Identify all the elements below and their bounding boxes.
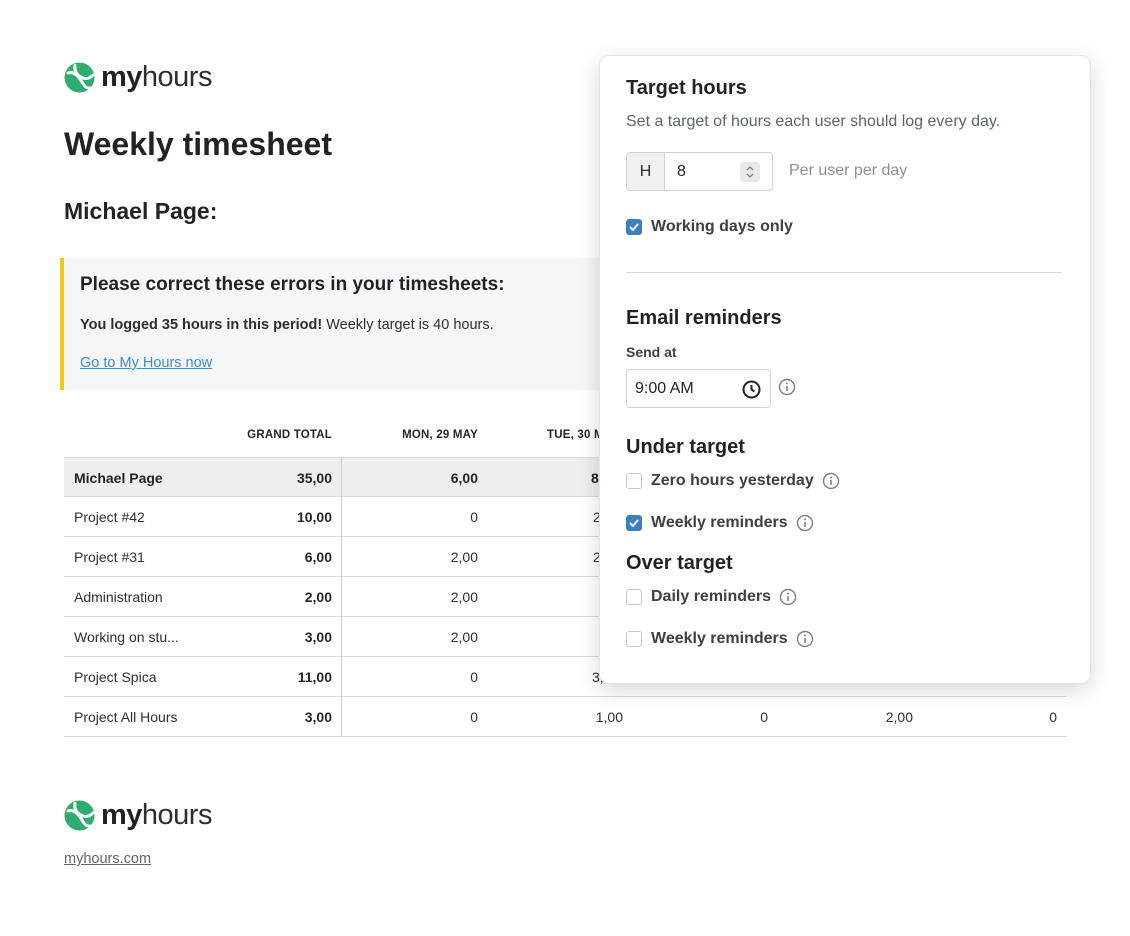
target-unit-label: Per user per day xyxy=(789,162,908,179)
logo-text-bold: my xyxy=(101,61,142,93)
row-grand-total: 11,00 xyxy=(297,669,332,685)
row-cell-mon: 0 xyxy=(470,669,478,685)
myhours-logo-footer: myhours xyxy=(64,800,212,831)
working-days-checkbox[interactable]: Working days only xyxy=(626,218,793,236)
daily-reminders-label: Daily reminders xyxy=(651,588,772,605)
footer-website-link[interactable]: myhours.com xyxy=(64,851,151,867)
checkbox-unchecked-icon[interactable] xyxy=(626,473,642,489)
row-name: Administration xyxy=(74,589,163,605)
over-weekly-reminders-label: Weekly reminders xyxy=(651,630,788,647)
checkbox-unchecked-icon[interactable] xyxy=(626,589,642,605)
column-header-grand-total: GRAND TOTAL xyxy=(247,429,332,441)
row-cell-mon: 6,00 xyxy=(450,470,478,486)
table-row: Project All Hours 3,00 0 1,00 0 2,00 0 xyxy=(64,697,1067,737)
column-header-mon: MON, 29 MAY xyxy=(402,429,478,441)
myhours-logo-icon xyxy=(64,62,95,93)
logo-text-bold: my xyxy=(101,799,142,831)
row-name: Project All Hours xyxy=(74,709,178,725)
row-grand-total: 3,00 xyxy=(304,709,332,725)
info-icon[interactable] xyxy=(796,630,814,648)
row-name: Project #31 xyxy=(74,549,145,565)
info-icon[interactable] xyxy=(778,378,796,396)
zero-hours-yesterday-checkbox[interactable]: Zero hours yesterday xyxy=(626,472,840,490)
row-name: Michael Page xyxy=(74,470,163,486)
column-divider xyxy=(341,457,342,737)
target-hours-value[interactable]: 8 xyxy=(677,163,686,180)
row-grand-total: 10,00 xyxy=(296,509,332,525)
row-cell-wed: 0 xyxy=(760,709,768,725)
info-icon[interactable] xyxy=(796,514,814,532)
row-cell-tue: 1,00 xyxy=(595,709,623,725)
email-reminders-heading: Email reminders xyxy=(626,307,782,329)
error-message: You logged 35 hours in this period! Week… xyxy=(80,317,494,333)
send-at-label: Send at xyxy=(626,344,677,360)
reminder-settings-popover: Target hours Set a target of hours each … xyxy=(599,55,1091,684)
error-message-bold: You logged 35 hours in this period! xyxy=(80,317,323,333)
zero-hours-yesterday-label: Zero hours yesterday xyxy=(651,472,814,489)
myhours-logo-icon xyxy=(64,800,95,831)
user-heading: Michael Page: xyxy=(64,198,218,224)
info-icon[interactable] xyxy=(822,472,840,490)
info-icon[interactable] xyxy=(779,588,797,606)
target-hours-input[interactable]: H 8 xyxy=(626,152,773,191)
checkbox-checked-icon[interactable] xyxy=(626,515,642,531)
row-cell-mon: 2,00 xyxy=(450,589,478,605)
go-to-myhours-link[interactable]: Go to My Hours now xyxy=(80,355,212,371)
row-name: Project Spica xyxy=(74,669,157,685)
error-message-rest: Weekly target is 40 hours. xyxy=(322,317,494,333)
target-hours-heading: Target hours xyxy=(626,77,747,99)
myhours-logo: myhours xyxy=(64,62,212,93)
under-target-heading: Under target xyxy=(626,436,745,458)
checkbox-checked-icon[interactable] xyxy=(626,219,642,235)
logo-text-light: hours xyxy=(141,799,213,831)
row-cell-mon: 2,00 xyxy=(450,629,478,645)
working-days-label: Working days only xyxy=(651,218,793,235)
clock-icon[interactable] xyxy=(742,380,761,399)
daily-reminders-checkbox[interactable]: Daily reminders xyxy=(626,588,797,606)
error-panel: Please correct these errors in your time… xyxy=(60,258,620,390)
section-divider xyxy=(626,272,1062,273)
send-at-value[interactable]: 9:00 AM xyxy=(635,380,694,397)
row-cell-mon: 0 xyxy=(470,509,478,525)
row-name: Working on stu... xyxy=(74,629,179,645)
stepper-icon[interactable] xyxy=(740,162,760,182)
over-target-heading: Over target xyxy=(626,552,733,574)
over-weekly-reminders-checkbox[interactable]: Weekly reminders xyxy=(626,630,814,648)
under-weekly-reminders-label: Weekly reminders xyxy=(651,514,788,531)
page-title: Weekly timesheet xyxy=(64,126,332,162)
row-name: Project #42 xyxy=(74,509,145,525)
hours-prefix: H xyxy=(627,153,665,190)
error-title: Please correct these errors in your time… xyxy=(80,274,505,295)
row-cell-fri: 0 xyxy=(1049,709,1057,725)
target-hours-description: Set a target of hours each user should l… xyxy=(626,113,1001,130)
row-grand-total: 3,00 xyxy=(304,629,332,645)
row-grand-total: 2,00 xyxy=(304,589,332,605)
row-cell-mon: 0 xyxy=(470,709,478,725)
checkbox-unchecked-icon[interactable] xyxy=(626,631,642,647)
logo-text-light: hours xyxy=(141,61,213,93)
row-cell-mon: 2,00 xyxy=(450,549,478,565)
under-weekly-reminders-checkbox[interactable]: Weekly reminders xyxy=(626,514,814,532)
send-at-time-input[interactable]: 9:00 AM xyxy=(626,369,771,408)
row-cell-thu: 2,00 xyxy=(885,709,913,725)
row-grand-total: 6,00 xyxy=(304,549,332,565)
row-grand-total: 35,00 xyxy=(296,470,332,486)
row-cell-tue: 8 xyxy=(591,470,599,486)
